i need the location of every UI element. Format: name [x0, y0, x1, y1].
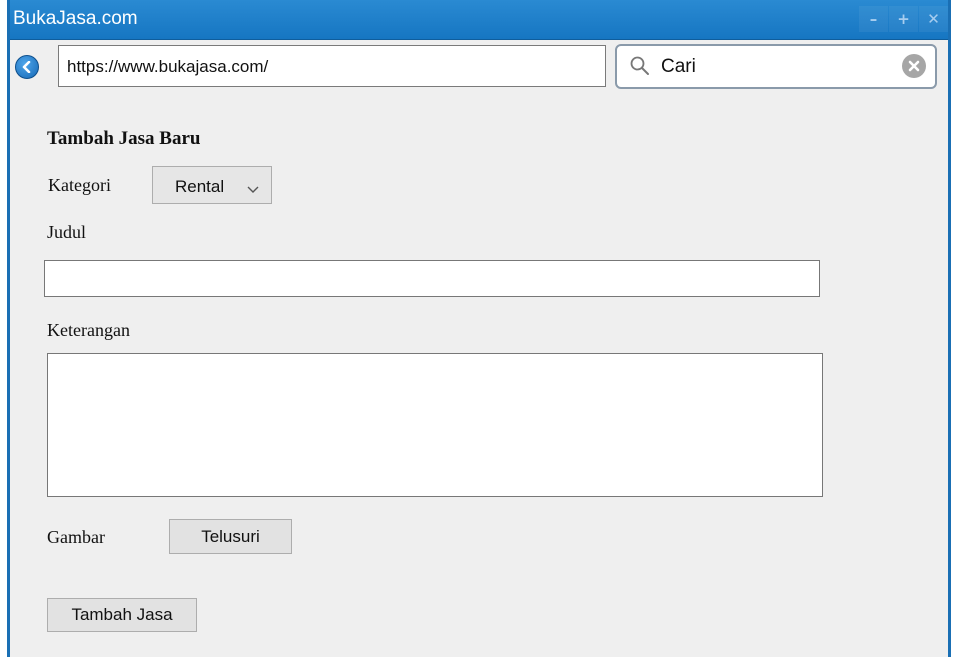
kategori-select[interactable]: Rental [152, 166, 272, 204]
browse-button[interactable]: Telusuri [169, 519, 292, 554]
navigation-bar: https://www.bukajasa.com/ Cari [10, 40, 948, 96]
chevron-down-icon [247, 181, 259, 199]
search-icon [629, 55, 651, 82]
minimize-button[interactable]: – [859, 6, 888, 32]
browser-window: BukaJasa.com – + ✕ https://www.bukajasa.… [7, 0, 951, 657]
judul-label: Judul [47, 222, 87, 242]
form-title: Tambah Jasa Baru [47, 128, 201, 149]
url-text: https://www.bukajasa.com/ [67, 57, 269, 76]
kategori-selected-value: Rental [175, 177, 225, 196]
title-bar[interactable]: BukaJasa.com – + ✕ [10, 0, 948, 40]
window-controls: – + ✕ [858, 6, 948, 32]
clear-icon[interactable] [902, 54, 926, 78]
gambar-label: Gambar [47, 527, 105, 547]
judul-input[interactable] [44, 260, 820, 297]
search-text: Cari [661, 56, 696, 77]
url-field[interactable]: https://www.bukajasa.com/ [58, 45, 606, 87]
keterangan-label: Keterangan [47, 320, 130, 340]
add-service-button[interactable]: Tambah Jasa [47, 598, 197, 632]
window-title: BukaJasa.com [13, 8, 138, 29]
search-input[interactable]: Cari [615, 44, 937, 89]
close-button[interactable]: ✕ [919, 6, 948, 32]
keterangan-textarea[interactable] [47, 353, 823, 497]
back-arrow-icon[interactable] [15, 55, 39, 79]
kategori-label: Kategori [48, 175, 111, 195]
maximize-button[interactable]: + [889, 6, 918, 32]
